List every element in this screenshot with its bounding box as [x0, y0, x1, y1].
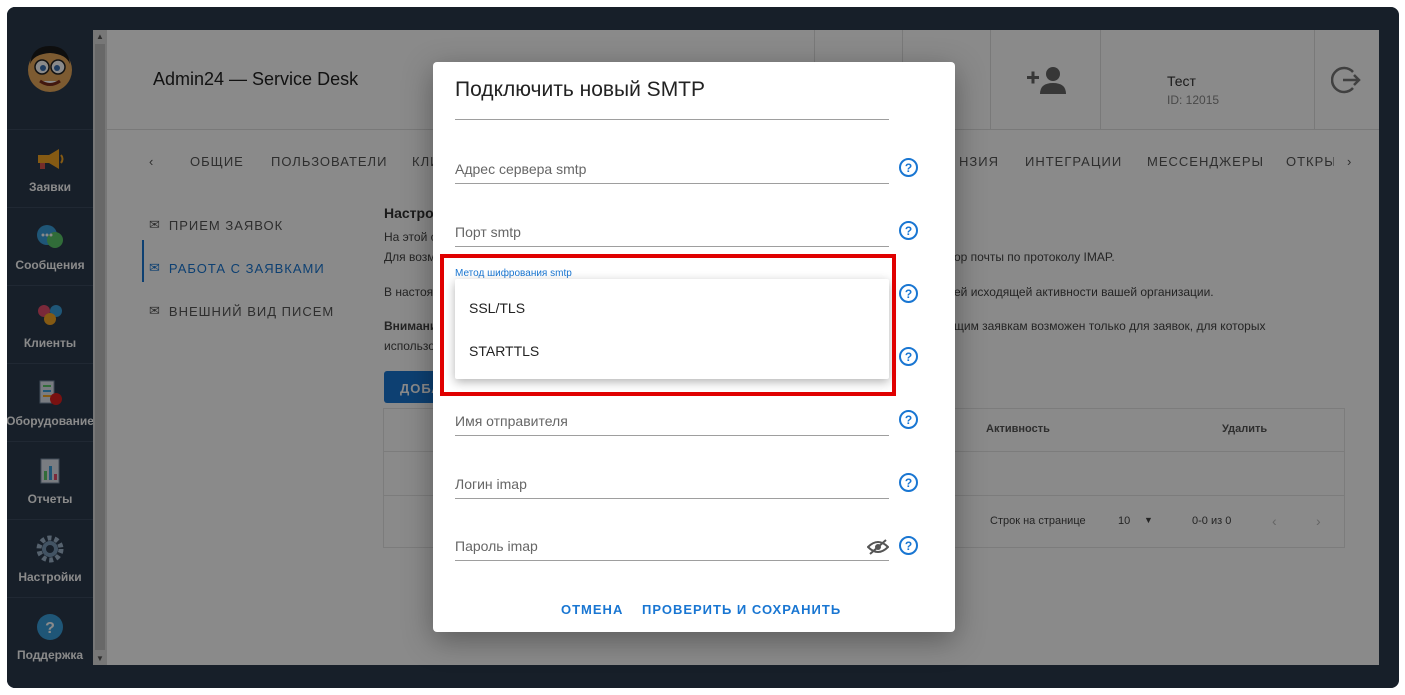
check-and-save-button[interactable]: ПРОВЕРИТЬ И СОХРАНИТЬ	[642, 602, 841, 617]
imap-password-field[interactable]: Пароль imap	[455, 531, 889, 561]
cancel-button[interactable]: ОТМЕНА	[561, 602, 623, 617]
help-icon[interactable]: ?	[899, 536, 918, 555]
imap-login-field[interactable]: Логин imap	[455, 469, 889, 499]
help-icon[interactable]: ?	[899, 410, 918, 429]
help-icon[interactable]: ?	[899, 347, 918, 366]
app-window: Заявки Сообщения Клиенты Оборудование От…	[7, 7, 1399, 688]
help-icon[interactable]: ?	[899, 158, 918, 177]
divider	[455, 119, 889, 120]
help-icon[interactable]: ?	[899, 221, 918, 240]
help-icon[interactable]: ?	[899, 284, 918, 303]
highlight-box	[440, 254, 896, 396]
help-icon[interactable]: ?	[899, 473, 918, 492]
sender-name-field[interactable]: Имя отправителя	[455, 406, 889, 436]
dialog-title: Подключить новый SMTP	[455, 78, 706, 101]
eye-off-icon[interactable]	[867, 539, 889, 555]
smtp-port-field[interactable]: Порт smtp	[455, 217, 889, 247]
smtp-server-field[interactable]: Адрес сервера smtp	[455, 154, 889, 184]
